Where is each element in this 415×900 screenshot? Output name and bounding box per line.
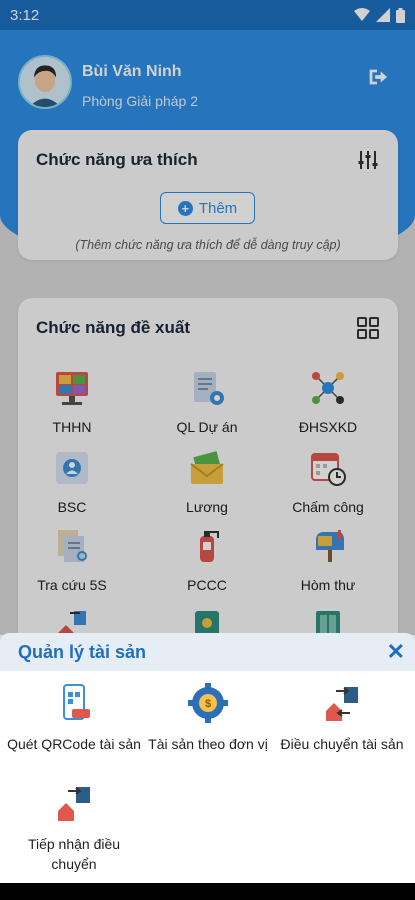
svg-text:$: $ (205, 698, 211, 710)
transfer-asset-button[interactable]: Điều chuyển tài sản (273, 683, 411, 754)
assets-by-unit-button[interactable]: $ Tài sản theo đơn vị (139, 683, 277, 754)
gear-coin-icon: $ (188, 683, 228, 723)
sheet-title: Quản lý tài sản (18, 641, 147, 662)
qr-phone-icon (63, 684, 90, 720)
close-icon[interactable]: ✕ (387, 639, 405, 665)
receive-transfer-button[interactable]: Tiếp nhận điều chuyển (5, 783, 143, 874)
receive-transfer-icon (58, 787, 90, 821)
navigation-bar (0, 883, 415, 900)
sheet-item-label: Quét QRCode tài sản (7, 736, 141, 752)
sheet-item-label: Điều chuyển tài sản (280, 736, 404, 752)
dim-overlay[interactable] (0, 0, 415, 635)
sheet-header: Quản lý tài sản ✕ (0, 633, 415, 671)
sheet-item-label: Tài sản theo đơn vị (148, 736, 268, 752)
scan-qrcode-button[interactable]: Quét QRCode tài sản (5, 683, 143, 754)
asset-bottom-sheet: Quản lý tài sản ✕ Quét QRCode tài sản $ … (0, 633, 415, 883)
sheet-item-label: Tiếp nhận điều chuyển (27, 836, 121, 872)
transfer-house-icon (326, 687, 358, 721)
